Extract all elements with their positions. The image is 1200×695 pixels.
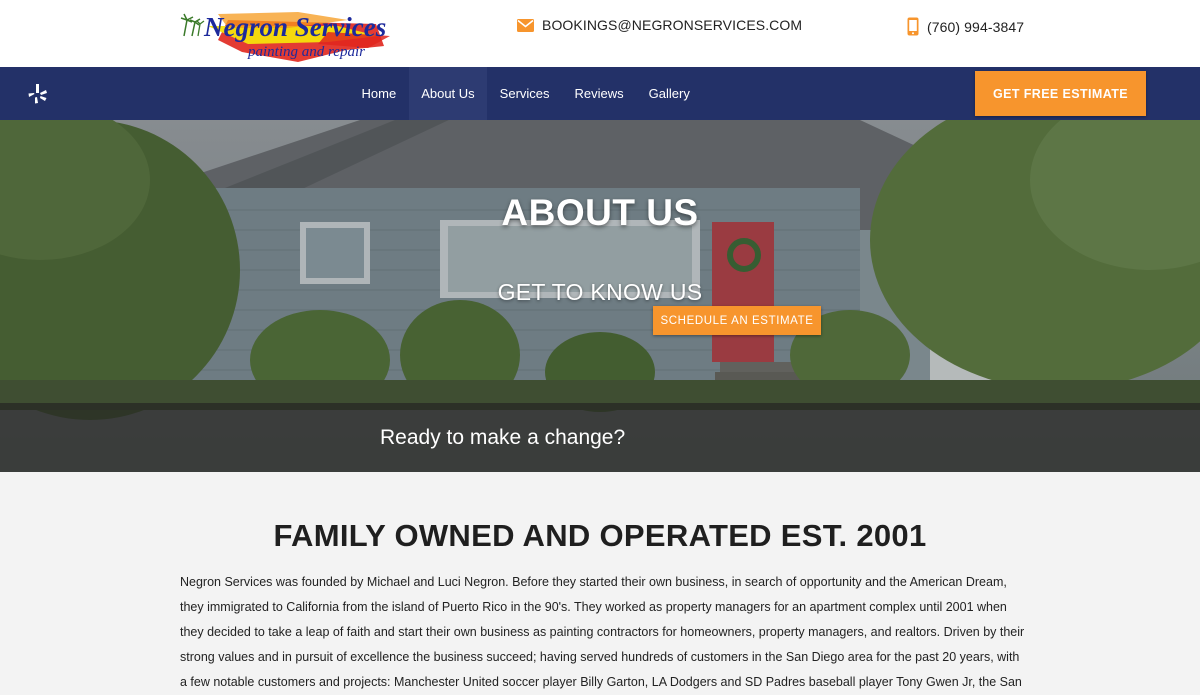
get-free-estimate-button[interactable]: GET FREE ESTIMATE: [975, 71, 1146, 116]
logo-tagline: painting and repair: [247, 44, 365, 60]
schedule-estimate-button[interactable]: SCHEDULE AN ESTIMATE: [653, 306, 821, 335]
nav-item-gallery[interactable]: Gallery: [636, 67, 702, 120]
yelp-icon[interactable]: [28, 83, 48, 105]
site-logo[interactable]: Negron Services painting and repair: [178, 6, 392, 64]
nav-item-about-us[interactable]: About Us: [408, 67, 488, 120]
about-paragraph: Negron Services was founded by Michael a…: [180, 575, 1025, 689]
section-title: FAMILY OWNED AND OPERATED EST. 2001: [273, 518, 927, 553]
mobile-phone-icon: [907, 17, 919, 36]
nav-item-services[interactable]: Services: [487, 67, 562, 120]
envelope-icon: [517, 18, 534, 32]
nav-item-reviews[interactable]: Reviews: [562, 67, 636, 120]
hero-title: ABOUT US: [501, 192, 699, 233]
nav-menu: Home About Us Services Reviews Gallery: [349, 67, 702, 120]
hero-subtitle: GET TO KNOW US: [497, 279, 703, 305]
hero-banner: ABOUT US GET TO KNOW US Ready to make a …: [0, 120, 1200, 472]
about-section: FAMILY OWNED AND OPERATED EST. 2001 Negr…: [0, 472, 1200, 695]
nav-item-home[interactable]: Home: [349, 67, 409, 120]
cta-band: Ready to make a change?: [0, 403, 1200, 472]
cta-band-text: Ready to make a change?: [380, 426, 626, 449]
top-bar: Negron Services painting and repair BOOK…: [0, 0, 1200, 67]
header-phone[interactable]: (760) 994-3847: [907, 17, 1024, 36]
phone-text: (760) 994-3847: [927, 18, 1025, 35]
header-email[interactable]: BOOKINGS@NEGRONSERVICES.COM: [517, 17, 802, 33]
logo-name: Negron Services: [203, 12, 386, 42]
email-text: BOOKINGS@NEGRONSERVICES.COM: [542, 17, 803, 33]
